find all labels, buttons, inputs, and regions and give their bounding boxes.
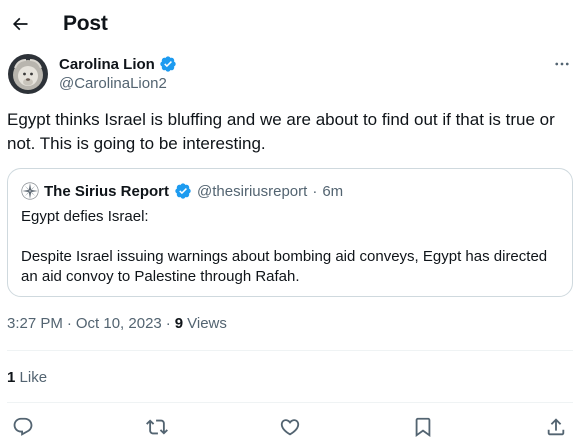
reply-icon — [13, 417, 33, 436]
likes-link[interactable]: 1 Like — [7, 369, 47, 386]
post-text: Egypt thinks Israel is bluffing and we a… — [7, 110, 555, 153]
likes-count: 1 — [7, 369, 16, 386]
quoted-post-text: Egypt defies Israel: Despite Israel issu… — [21, 208, 548, 285]
views-count: 9 — [174, 315, 184, 332]
author-handle[interactable]: @CarolinaLion2 — [59, 75, 167, 92]
arrow-left-icon — [12, 17, 28, 31]
like-button[interactable] — [277, 414, 303, 440]
author-name-text: Carolina Lion — [59, 55, 155, 73]
more-button[interactable] — [550, 54, 574, 74]
likes-label: Like — [19, 369, 48, 386]
views-separator: · — [165, 315, 171, 332]
sirius-report-logo-icon — [21, 182, 39, 200]
divider — [7, 350, 573, 351]
quoted-author-name: The Sirius Report — [44, 182, 170, 200]
avatar[interactable] — [8, 54, 48, 94]
divider — [7, 402, 573, 403]
more-horizontal-icon — [555, 62, 569, 66]
bookmark-icon — [415, 417, 431, 438]
share-button[interactable] — [543, 414, 569, 440]
action-bar — [0, 412, 588, 442]
author-name[interactable]: Carolina Lion — [59, 55, 177, 73]
views-label: Views — [187, 315, 227, 332]
reply-button[interactable] — [10, 414, 36, 440]
repost-icon — [146, 419, 168, 435]
post-meta: 3:27 PM · Oct 10, 2023 · 9 Views — [7, 315, 227, 332]
like-icon — [280, 419, 300, 436]
page-title: Post — [63, 12, 108, 35]
quoted-author-handle: @thesiriusreport — [197, 182, 308, 200]
post-header: Post — [0, 0, 588, 50]
repost-button[interactable] — [144, 414, 170, 440]
quoted-post[interactable]: The Sirius Report @thesiriusreport · 6m … — [7, 168, 573, 297]
quoted-post-header: The Sirius Report @thesiriusreport · 6m — [21, 182, 343, 200]
post-time[interactable]: 3:27 PM — [7, 315, 63, 332]
quoted-separator: · — [312, 182, 318, 200]
back-button[interactable] — [6, 10, 34, 38]
verified-badge-icon — [175, 183, 191, 199]
quoted-timestamp: 6m — [322, 182, 344, 200]
verified-badge-icon — [160, 56, 176, 72]
share-icon — [547, 418, 565, 436]
author-block: Carolina Lion @CarolinaLion2 — [8, 52, 580, 100]
bookmark-button[interactable] — [410, 414, 436, 440]
post-date[interactable]: Oct 10, 2023 — [76, 315, 162, 332]
meta-separator: · — [66, 315, 72, 332]
